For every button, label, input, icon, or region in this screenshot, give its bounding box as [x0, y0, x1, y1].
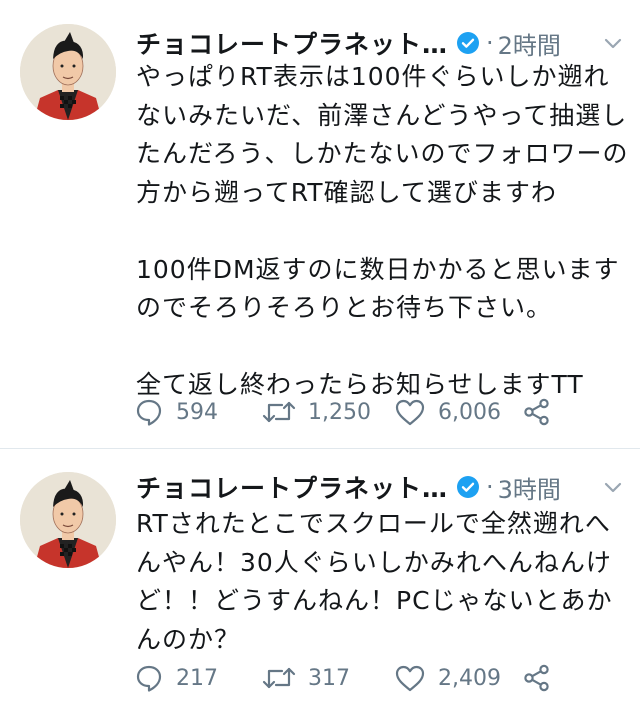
- avatar[interactable]: [20, 24, 116, 120]
- chevron-down-icon[interactable]: [602, 32, 624, 54]
- retweet-count: 1,250: [308, 399, 371, 425]
- reply-button[interactable]: 594: [134, 397, 262, 427]
- tweet-text: やっぱりRT表示は100件ぐらいしか遡れないみたいだ、前澤さんどうやって抽選した…: [136, 62, 629, 399]
- chevron-down-icon[interactable]: [602, 476, 624, 498]
- tweet-header: チョコレートプラネット… · 3時間: [136, 470, 624, 504]
- timeline: チョコレートプラネット… · 2時間 やっぱりRT表示は100件ぐらいしか遡れな…: [0, 0, 640, 712]
- reply-icon: [136, 399, 162, 426]
- like-count: 2,409: [438, 665, 501, 691]
- heart-icon: [395, 399, 425, 426]
- author-name[interactable]: チョコレートプラネット…: [136, 25, 448, 61]
- verified-badge-icon: [457, 32, 480, 54]
- avatar[interactable]: [20, 472, 116, 568]
- tweet-actions: 594 1,250 6,006: [134, 392, 552, 432]
- separator-dot: ·: [486, 29, 494, 57]
- timestamp[interactable]: 3時間: [498, 470, 561, 505]
- retweet-icon: [262, 401, 296, 423]
- heart-icon: [395, 665, 425, 692]
- tweet-text: RTされたとこでスクロールで全然遡れへんやん！30人ぐらいしかみれへんねんけど！…: [136, 509, 613, 654]
- like-count: 6,006: [438, 399, 501, 425]
- retweet-button[interactable]: 1,250: [262, 397, 394, 427]
- retweet-button[interactable]: 317: [262, 663, 394, 693]
- tweet-header: チョコレートプラネット… · 2時間: [136, 26, 624, 60]
- share-button[interactable]: [522, 663, 552, 693]
- share-icon: [524, 664, 549, 692]
- reply-count: 594: [176, 399, 218, 425]
- like-button[interactable]: 2,409: [394, 663, 522, 693]
- tweet-1[interactable]: チョコレートプラネット… · 2時間 やっぱりRT表示は100件ぐらいしか遡れな…: [0, 0, 640, 448]
- reply-button[interactable]: 217: [134, 663, 262, 693]
- reply-count: 217: [176, 665, 218, 691]
- retweet-count: 317: [308, 665, 350, 691]
- reply-icon: [136, 665, 162, 692]
- separator-dot: ·: [486, 473, 494, 501]
- share-icon: [524, 398, 549, 426]
- timestamp[interactable]: 2時間: [498, 26, 561, 61]
- share-button[interactable]: [522, 397, 552, 427]
- retweet-icon: [262, 667, 296, 689]
- verified-badge-icon: [457, 476, 480, 498]
- author-name[interactable]: チョコレートプラネット…: [136, 469, 448, 505]
- tweet-2[interactable]: チョコレートプラネット… · 3時間 RTされたとこでスクロールで全然遡れへんや…: [0, 449, 640, 712]
- tweet-actions: 217 317 2,409: [134, 658, 552, 698]
- like-button[interactable]: 6,006: [394, 397, 522, 427]
